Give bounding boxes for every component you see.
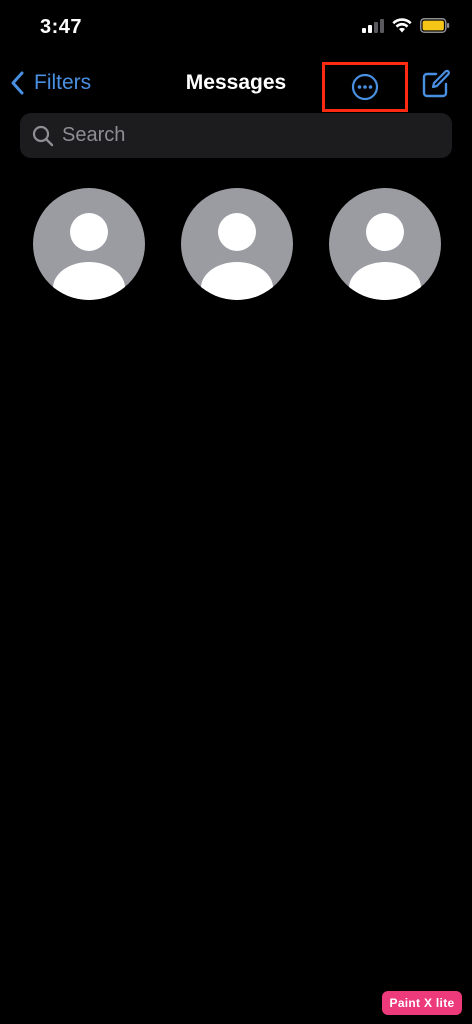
search-bar[interactable]: [20, 113, 452, 158]
back-button-label: Filters: [34, 71, 92, 94]
person-icon: [53, 213, 125, 300]
pinned-conversations: [0, 188, 472, 300]
compose-icon: [422, 69, 450, 98]
status-icons: [362, 18, 450, 33]
status-time: 3:47: [40, 16, 83, 38]
wifi-icon: [392, 18, 412, 33]
search-icon: [32, 125, 54, 146]
ellipsis-circle-icon: [351, 73, 379, 101]
compose-button[interactable]: [420, 68, 452, 100]
chevron-left-icon: [11, 71, 24, 95]
navigation-bar: Filters Messages: [0, 56, 472, 112]
person-icon: [349, 213, 421, 300]
back-button[interactable]: Filters: [10, 68, 91, 98]
pinned-contact-avatar[interactable]: [33, 188, 145, 300]
more-options-button[interactable]: [322, 62, 408, 112]
cellular-signal-icon: [362, 18, 384, 33]
pinned-contact-avatar[interactable]: [181, 188, 293, 300]
battery-icon: [420, 18, 450, 33]
search-input[interactable]: [62, 124, 452, 147]
person-icon: [201, 213, 273, 300]
status-bar: 3:47: [0, 0, 472, 56]
pinned-contact-avatar[interactable]: [329, 188, 441, 300]
watermark-badge: Paint X lite: [382, 991, 462, 1015]
